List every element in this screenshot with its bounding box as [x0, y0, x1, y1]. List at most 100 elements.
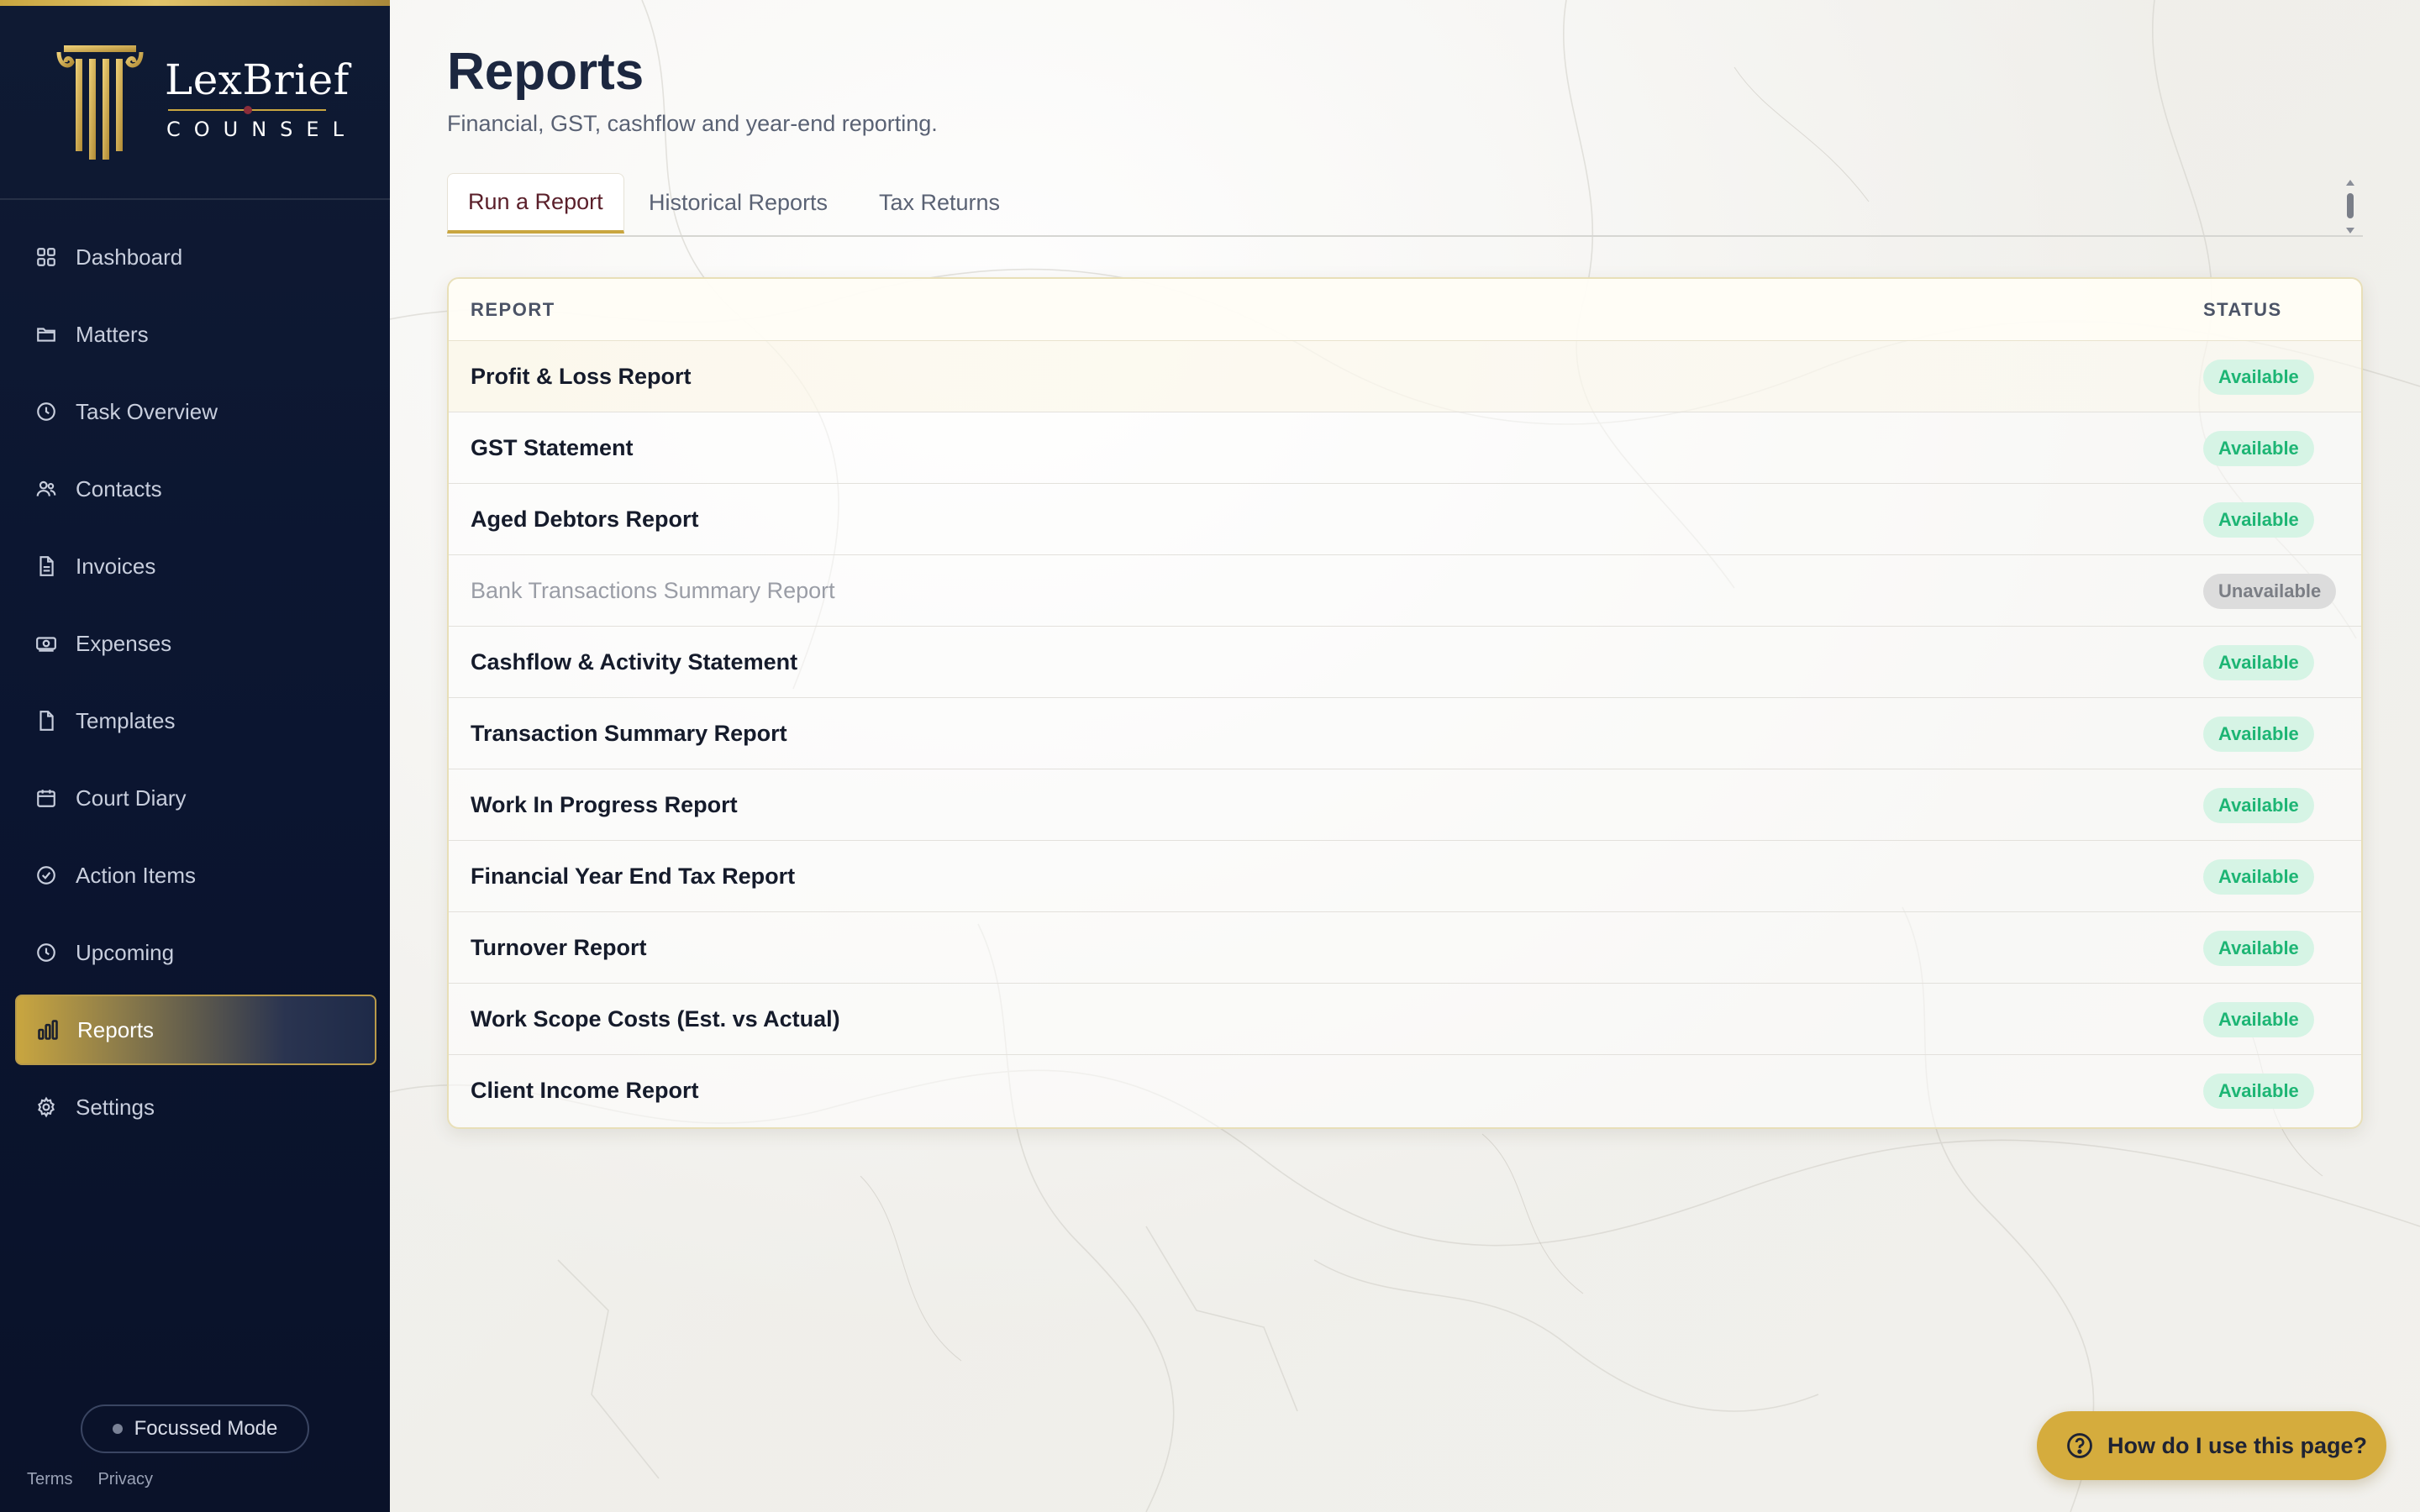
table-row[interactable]: Work Scope Costs (Est. vs Actual) Availa…: [449, 984, 2361, 1055]
sidebar-item-dashboard[interactable]: Dashboard: [15, 222, 376, 292]
sidebar-divider: [0, 198, 390, 200]
report-name: Client Income Report: [471, 1078, 699, 1103]
bar-chart-icon: [35, 1017, 60, 1042]
sidebar-item-label: Action Items: [76, 862, 197, 888]
table-row[interactable]: Aged Debtors Report Available: [449, 484, 2361, 555]
table-row[interactable]: Work In Progress Report Available: [449, 769, 2361, 841]
users-icon: [34, 476, 59, 501]
calendar-icon: [34, 785, 59, 811]
sidebar-item-label: Contacts: [76, 475, 162, 501]
page-subtitle: Financial, GST, cashflow and year-end re…: [447, 111, 938, 136]
terms-link[interactable]: Terms: [27, 1470, 72, 1489]
sidebar-item-court-diary[interactable]: Court Diary: [15, 763, 376, 833]
question-circle-icon: [2067, 1433, 2092, 1458]
report-name: Transaction Summary Report: [471, 721, 787, 746]
report-name: Work In Progress Report: [471, 792, 738, 817]
table-row[interactable]: Profit & Loss Report Available: [449, 341, 2361, 412]
report-name: Cashflow & Activity Statement: [471, 649, 798, 675]
report-name: Turnover Report: [471, 935, 647, 960]
report-name: Bank Transactions Summary Report: [471, 578, 835, 603]
clock-icon: [34, 940, 59, 965]
sidebar-item-invoices[interactable]: Invoices: [15, 531, 376, 601]
sidebar-item-templates[interactable]: Templates: [15, 685, 376, 756]
brand-dot: [244, 106, 252, 114]
report-name: Financial Year End Tax Report: [471, 864, 796, 889]
table-row: Bank Transactions Summary Report Unavail…: [449, 555, 2361, 627]
pillar-logo-icon: [56, 45, 144, 160]
sidebar-item-label: Matters: [76, 321, 149, 347]
file-icon: [34, 708, 59, 733]
page-title: Reports: [447, 43, 644, 101]
table-row[interactable]: Transaction Summary Report Available: [449, 698, 2361, 769]
sidebar-item-label: Settings: [76, 1094, 155, 1120]
clock-icon: [34, 399, 59, 424]
brand-logo[interactable]: LexBrief COUNSEL: [55, 40, 349, 166]
gear-icon: [34, 1095, 59, 1120]
status-badge: Available: [2203, 431, 2314, 466]
tab-label: Run a Report: [468, 189, 603, 214]
sidebar-item-label: Court Diary: [76, 785, 187, 811]
column-header-status[interactable]: STATUS: [2203, 299, 2282, 321]
tab-scroll-indicator[interactable]: [2343, 178, 2358, 235]
sidebar-item-matters[interactable]: Matters: [15, 299, 376, 370]
brand-name: LexBrief: [165, 55, 350, 104]
sidebar-item-settings[interactable]: Settings: [15, 1072, 376, 1142]
table-row[interactable]: Cashflow & Activity Statement Available: [449, 627, 2361, 698]
sidebar-item-label: Dashboard: [76, 244, 183, 270]
sidebar-item-reports[interactable]: Reports: [15, 995, 376, 1065]
status-badge: Available: [2203, 788, 2314, 823]
status-badge: Available: [2203, 645, 2314, 680]
tab-label: Tax Returns: [879, 189, 1001, 215]
help-button[interactable]: How do I use this page?: [2037, 1411, 2386, 1480]
table-header: REPORT STATUS: [449, 279, 2361, 341]
table-row[interactable]: Financial Year End Tax Report Available: [449, 841, 2361, 912]
report-name: Work Scope Costs (Est. vs Actual): [471, 1006, 840, 1032]
main-content: Reports Financial, GST, cashflow and yea…: [390, 0, 2420, 1512]
check-circle-icon: [34, 863, 59, 888]
sidebar-accent-bar: [0, 0, 390, 6]
tab-run-a-report[interactable]: Run a Report: [447, 173, 624, 234]
sidebar-item-expenses[interactable]: Expenses: [15, 608, 376, 679]
report-name: GST Statement: [471, 435, 634, 460]
reports-table: REPORT STATUS Profit & Loss Report Avail…: [447, 277, 2363, 1129]
tab-historical-reports[interactable]: Historical Reports: [649, 173, 828, 232]
sidebar-item-upcoming[interactable]: Upcoming: [15, 917, 376, 988]
sidebar-item-label: Invoices: [76, 553, 156, 579]
column-header-report[interactable]: REPORT: [471, 299, 555, 321]
table-row[interactable]: Turnover Report Available: [449, 912, 2361, 984]
status-badge: Available: [2203, 360, 2314, 395]
sidebar: LexBrief COUNSEL Dashboard Matters Task …: [0, 0, 390, 1512]
sidebar-item-action-items[interactable]: Action Items: [15, 840, 376, 911]
money-icon: [34, 631, 59, 656]
sidebar-item-label: Task Overview: [76, 398, 218, 424]
folder-icon: [34, 322, 59, 347]
focus-mode-toggle[interactable]: Focussed Mode: [81, 1404, 309, 1453]
sidebar-item-label: Expenses: [76, 630, 172, 656]
help-button-label: How do I use this page?: [2107, 1432, 2368, 1458]
status-badge: Available: [2203, 502, 2314, 538]
sidebar-item-task-overview[interactable]: Task Overview: [15, 376, 376, 447]
document-icon: [34, 554, 59, 579]
status-badge: Available: [2203, 859, 2314, 895]
sidebar-item-label: Reports: [77, 1016, 155, 1042]
tab-tax-returns[interactable]: Tax Returns: [879, 173, 1000, 232]
sidebar-footer: Terms Privacy: [27, 1470, 153, 1489]
status-badge: Available: [2203, 717, 2314, 752]
sidebar-item-label: Templates: [76, 707, 176, 733]
report-name: Aged Debtors Report: [471, 507, 699, 532]
sidebar-item-label: Upcoming: [76, 939, 175, 965]
brand-subtitle: COUNSEL: [166, 118, 357, 141]
sidebar-item-contacts[interactable]: Contacts: [15, 454, 376, 524]
status-badge: Available: [2203, 1074, 2314, 1109]
report-tabs: Run a Report Historical Reports Tax Retu…: [447, 173, 2363, 237]
grid-icon: [34, 244, 59, 270]
table-row[interactable]: GST Statement Available: [449, 412, 2361, 484]
status-dot-icon: [112, 1424, 123, 1434]
status-badge: Available: [2203, 1002, 2314, 1037]
focus-mode-label: Focussed Mode: [134, 1417, 278, 1440]
privacy-link[interactable]: Privacy: [97, 1470, 153, 1489]
status-badge: Available: [2203, 931, 2314, 966]
status-badge: Unavailable: [2203, 574, 2337, 609]
table-row[interactable]: Client Income Report Available: [449, 1055, 2361, 1126]
report-name: Profit & Loss Report: [471, 364, 692, 389]
